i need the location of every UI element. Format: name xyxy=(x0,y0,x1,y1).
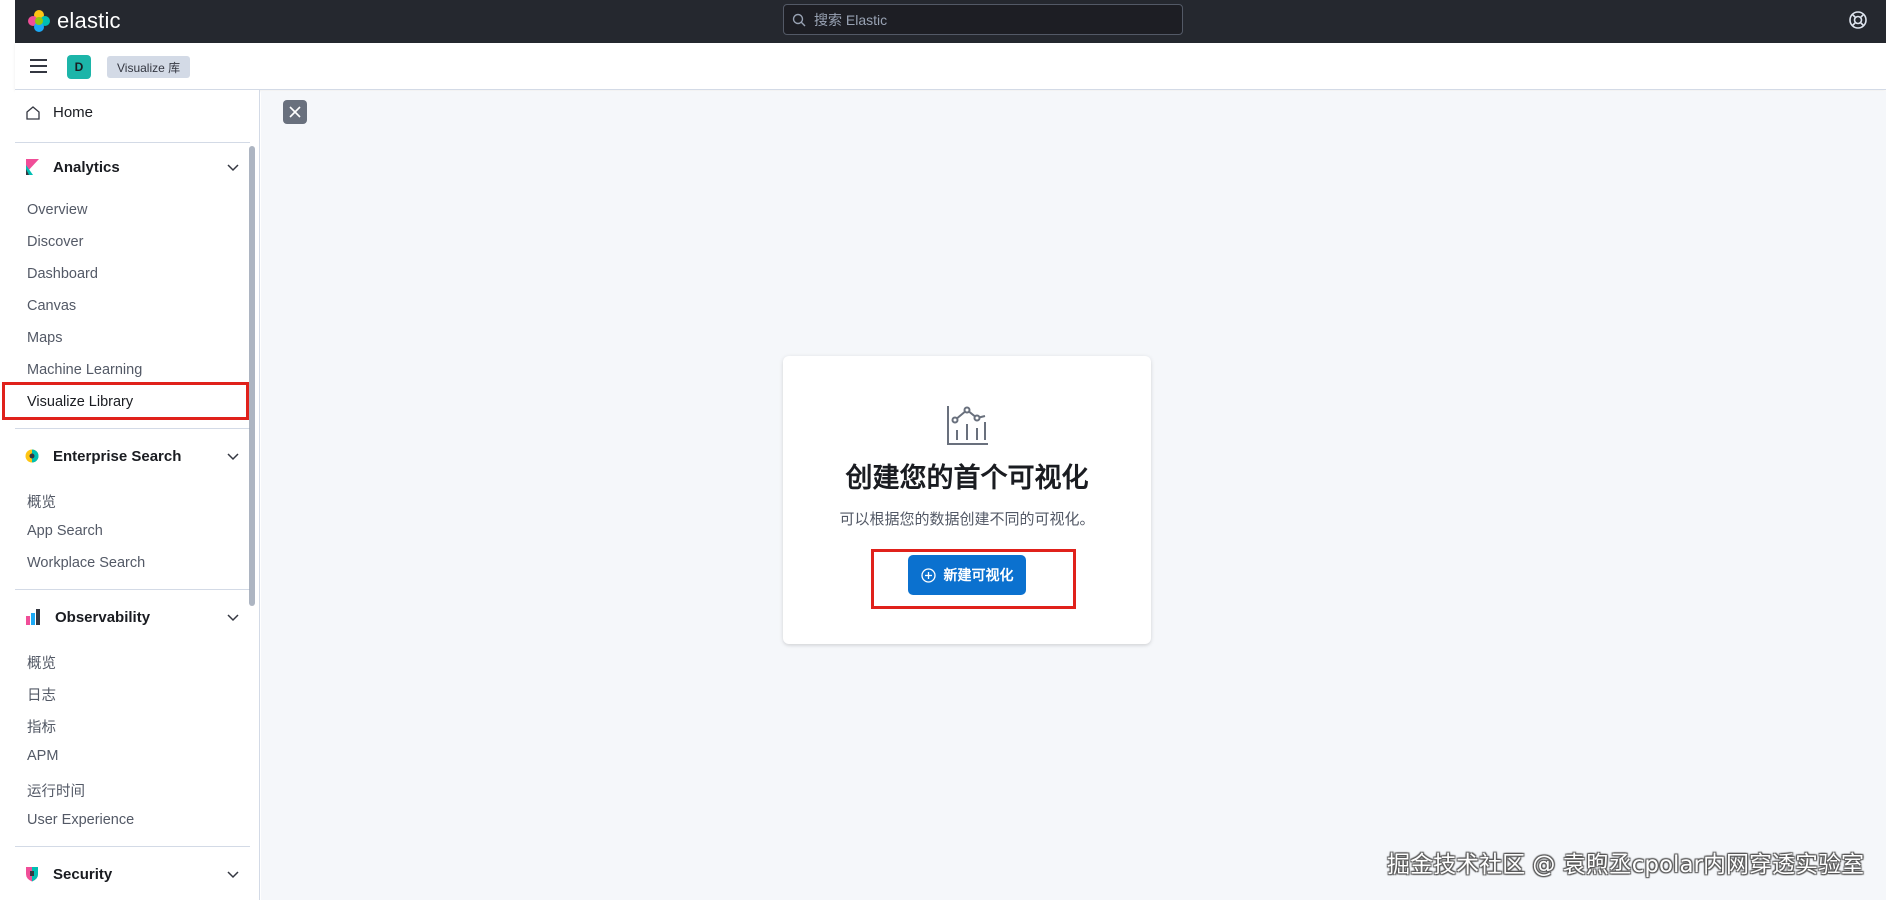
nav-group-title: Observability xyxy=(55,608,151,626)
nav-group-title: Enterprise Search xyxy=(53,447,182,465)
nav-group-security[interactable]: Security xyxy=(25,862,240,886)
divider xyxy=(15,428,250,429)
nav-group-enterprise-search[interactable]: Enterprise Search xyxy=(25,444,240,468)
sidebar-item-apm[interactable]: APM xyxy=(27,748,58,764)
annotation-highlight-visualize-library xyxy=(2,382,249,420)
watermark: 掘金技术社区 @ 袁煦丞cpolar内网穿透实验室 xyxy=(1387,852,1864,878)
sidebar-item-obs-overview[interactable]: 概览 xyxy=(27,652,56,673)
sidebar-item-metrics[interactable]: 指标 xyxy=(27,716,56,737)
sidebar-item-overview[interactable]: Overview xyxy=(27,202,87,218)
main-content: 创建您的首个可视化 可以根据您的数据创建不同的可视化。 新建可视化 xyxy=(261,91,1886,900)
divider xyxy=(15,846,250,847)
space-avatar[interactable]: D xyxy=(67,55,91,79)
divider xyxy=(15,589,250,590)
search-icon xyxy=(792,13,806,26)
sidebar-item-label: Home xyxy=(53,104,94,121)
sidebar-item-logs[interactable]: 日志 xyxy=(27,684,56,705)
annotation-highlight-create-button xyxy=(871,549,1076,609)
global-search-input[interactable]: 搜索 Elastic xyxy=(783,4,1183,35)
breadcrumb[interactable]: Visualize 库 xyxy=(107,56,191,78)
chevron-down-icon xyxy=(227,614,239,622)
elastic-logo[interactable]: elastic xyxy=(27,8,121,34)
close-nav-button[interactable] xyxy=(283,100,307,124)
side-navigation: Home Analytics Overview Discover Dashboa… xyxy=(15,90,260,900)
chevron-down-icon xyxy=(227,871,239,879)
nav-group-analytics[interactable]: Analytics xyxy=(25,155,240,179)
brand-name: elastic xyxy=(57,8,121,33)
sidebar-item-canvas[interactable]: Canvas xyxy=(27,298,76,314)
help-icon[interactable] xyxy=(1848,10,1868,30)
elastic-logo-icon xyxy=(28,10,50,32)
home-icon xyxy=(26,105,40,120)
sidebar-item-app-search[interactable]: App Search xyxy=(27,523,103,539)
hamburger-menu-icon[interactable] xyxy=(29,57,49,75)
chevron-down-icon xyxy=(227,453,239,461)
security-icon xyxy=(26,867,38,882)
enterprise-search-icon xyxy=(25,449,39,463)
close-icon xyxy=(289,106,301,118)
sidebar-item-machine-learning[interactable]: Machine Learning xyxy=(27,362,142,378)
search-placeholder: 搜索 Elastic xyxy=(814,11,888,28)
chevron-down-icon xyxy=(227,164,239,172)
sidebar-item-home[interactable]: Home xyxy=(25,104,93,121)
observability-icon xyxy=(26,609,40,625)
nav-group-observability[interactable]: Observability xyxy=(25,605,240,629)
divider xyxy=(15,142,250,143)
sidebar-item-discover[interactable]: Discover xyxy=(27,234,83,250)
sidebar-item-dashboard[interactable]: Dashboard xyxy=(27,266,98,282)
visualize-app-icon xyxy=(947,406,988,445)
empty-state-title: 创建您的首个可视化 xyxy=(845,463,1089,494)
sidebar-item-uptime[interactable]: 运行时间 xyxy=(27,780,85,801)
sidebar-item-es-overview[interactable]: 概览 xyxy=(27,491,56,512)
sidebar-scrollbar[interactable] xyxy=(249,146,255,606)
sidebar-item-maps[interactable]: Maps xyxy=(27,330,62,346)
sidebar-item-user-experience[interactable]: User Experience xyxy=(27,812,134,828)
breadcrumb-bar: D Visualize 库 xyxy=(15,43,1886,90)
nav-group-title: Analytics xyxy=(53,158,120,176)
nav-group-title: Security xyxy=(53,865,113,883)
top-header: elastic 搜索 Elastic xyxy=(15,0,1886,43)
empty-state-description: 可以根据您的数据创建不同的可视化。 xyxy=(839,510,1095,528)
sidebar-item-workplace-search[interactable]: Workplace Search xyxy=(27,555,145,571)
kibana-icon xyxy=(26,159,39,175)
